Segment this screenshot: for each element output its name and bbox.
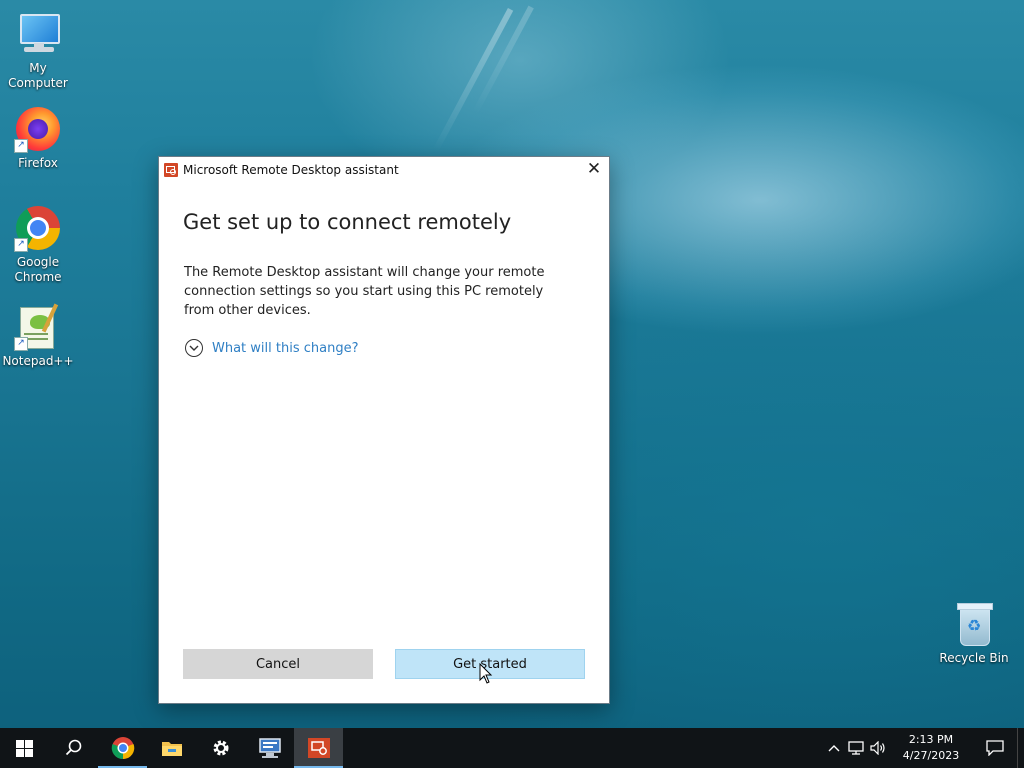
desktop-icon-recycle-bin[interactable]: ♻ Recycle Bin [936, 600, 1012, 666]
start-button[interactable] [0, 728, 49, 768]
close-button[interactable]: ✕ [579, 157, 609, 182]
network-status-icon [848, 741, 864, 755]
clock[interactable]: 2:13 PM 4/27/2023 [895, 732, 967, 764]
chevron-down-icon [185, 339, 203, 357]
expander-label: What will this change? [212, 340, 359, 356]
shortcut-arrow-icon: ↗ [14, 139, 28, 153]
clock-time: 2:13 PM [908, 733, 954, 746]
start-icon [16, 739, 33, 757]
recycle-bin-icon: ♻ [950, 600, 998, 648]
taskbar: 2:13 PM 4/27/2023 [0, 728, 1024, 768]
desktop-icon-label: My Computer [8, 61, 68, 90]
chrome-icon [111, 737, 134, 760]
remote-desktop-app-icon [164, 162, 178, 177]
desktop-icon-label: Notepad++ [2, 354, 74, 368]
cancel-button[interactable]: Cancel [183, 649, 373, 679]
system-tray: 2:13 PM 4/27/2023 [823, 728, 1024, 768]
desktop-icon-label: Firefox [18, 156, 58, 170]
desktop-icon-notepad-plus-plus[interactable]: ↗ Notepad++ [0, 303, 76, 369]
title-bar[interactable]: Microsoft Remote Desktop assistant ✕ [159, 157, 609, 182]
dialog-description: The Remote Desktop assistant will change… [184, 265, 545, 318]
desktop-icon-google-chrome[interactable]: ↗ Google Chrome [0, 204, 76, 285]
clock-date: 4/27/2023 [902, 749, 960, 762]
chrome-icon: ↗ [14, 204, 62, 252]
taskbar-file-explorer[interactable] [147, 728, 196, 768]
shortcut-arrow-icon: ↗ [14, 337, 28, 351]
search-icon [65, 739, 81, 756]
desktop-icon-my-computer[interactable]: My Computer [0, 10, 76, 91]
remote-desktop-assistant-icon [307, 738, 330, 758]
search-button[interactable] [49, 728, 98, 768]
desktop-icon-label: Google Chrome [14, 255, 62, 284]
computer-icon [14, 10, 62, 58]
file-explorer-icon [161, 742, 182, 756]
taskbar-remote-desktop-assistant[interactable] [294, 728, 343, 768]
show-desktop-button[interactable] [1017, 728, 1024, 768]
notepad-plus-plus-icon: ↗ [14, 303, 62, 351]
desktop-icon-firefox[interactable]: ↗ Firefox [0, 105, 76, 171]
remote-desktop-assistant-window: Microsoft Remote Desktop assistant ✕ Get… [158, 156, 610, 704]
taskbar-chrome[interactable] [98, 728, 147, 768]
notification-icon [986, 740, 1004, 756]
mouse-cursor-icon [479, 663, 493, 684]
volume-button[interactable] [867, 728, 889, 768]
firefox-icon: ↗ [14, 105, 62, 153]
desktop-icon-label: Recycle Bin [939, 651, 1009, 665]
chevron-up-icon [828, 745, 840, 752]
taskbar-network-app[interactable] [245, 728, 294, 768]
what-will-this-change-expander[interactable]: What will this change? [185, 339, 359, 357]
taskbar-settings[interactable] [196, 728, 245, 768]
network-status-button[interactable] [845, 728, 867, 768]
close-icon: ✕ [586, 159, 602, 179]
volume-icon [870, 741, 885, 755]
settings-icon [213, 740, 228, 756]
network-icon [258, 738, 281, 758]
dialog-heading: Get set up to connect remotely [183, 210, 512, 234]
show-hidden-icons-button[interactable] [823, 728, 845, 768]
window-title: Microsoft Remote Desktop assistant [183, 162, 399, 177]
action-center-button[interactable] [973, 728, 1017, 768]
shortcut-arrow-icon: ↗ [14, 238, 28, 252]
light-ray [432, 7, 514, 153]
